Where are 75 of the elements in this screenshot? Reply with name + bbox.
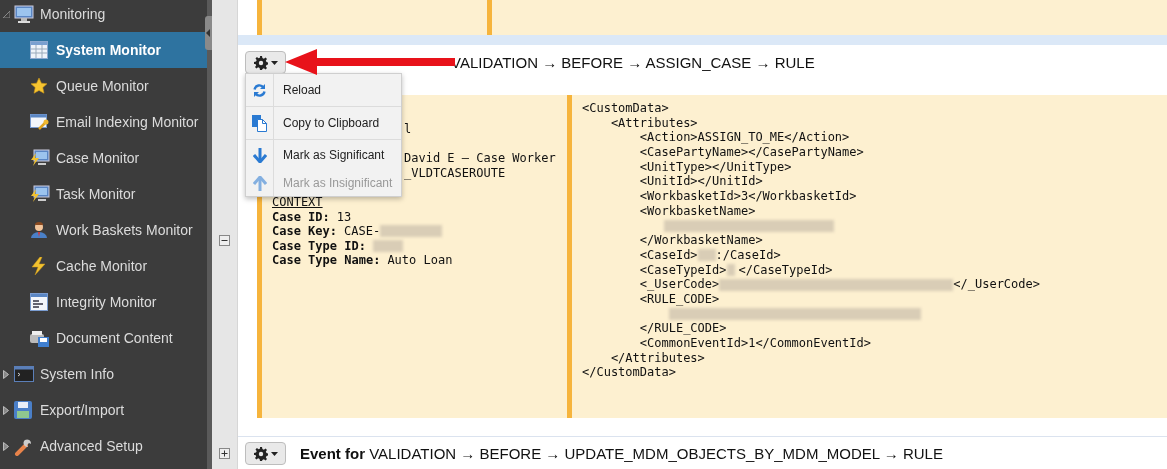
code-text: <UnitId></UnitId> xyxy=(638,174,763,190)
caret-icon xyxy=(270,451,278,456)
monitor-bolt-icon xyxy=(30,149,50,167)
detail-text: David E – Case Worker xyxy=(404,151,556,166)
expand-arrow-icon[interactable] xyxy=(3,441,10,451)
sidebar-item[interactable]: Case Monitor xyxy=(0,140,207,176)
code-text: <CommonEventId>1</CommonEventId> xyxy=(638,336,871,351)
redacted-blur xyxy=(726,263,735,276)
detail-text: _VLDTCASEROUTE xyxy=(404,165,506,181)
window-key-icon xyxy=(30,113,50,131)
sidebar-item[interactable]: Advanced Setup xyxy=(0,428,207,464)
monitor-bolt-icon xyxy=(30,185,50,203)
menu-item[interactable]: Reload xyxy=(246,74,401,107)
sidebar-item[interactable]: Email Indexing Monitor xyxy=(0,104,207,140)
sidebar-item[interactable]: System Info xyxy=(0,356,207,392)
code-text: <CaseTypeId> xyxy=(638,262,727,278)
user-icon xyxy=(30,221,50,239)
code-text: <Attributes> xyxy=(609,115,698,131)
menu-item[interactable]: Mark as Significant xyxy=(246,140,401,170)
settings-dropdown-button[interactable] xyxy=(245,442,286,465)
printer-disk-icon xyxy=(30,329,50,347)
sidebar-item[interactable]: Task Monitor xyxy=(0,176,207,212)
field-label: Case Type Name: xyxy=(272,253,381,268)
field-label: Case Key: xyxy=(272,224,338,239)
system-info-icon xyxy=(14,365,34,383)
monitor-icon xyxy=(14,5,34,23)
wrench-icon xyxy=(14,437,34,455)
sidebar-item[interactable]: Document Content xyxy=(0,320,207,356)
field-label: Case Type ID: xyxy=(272,238,366,254)
sidebar-item[interactable]: Monitoring xyxy=(0,0,207,32)
code-text: </CaseTypeId> xyxy=(738,262,833,278)
code-text: :/CaseId> xyxy=(715,247,781,263)
collapse-arrow-icon[interactable] xyxy=(3,9,10,19)
collapse-handle[interactable] xyxy=(205,16,212,50)
sidebar-item[interactable]: Integrity Monitor xyxy=(0,284,207,320)
field-value: CASE- xyxy=(344,224,381,239)
gear-icon xyxy=(253,55,268,70)
code-text: <CaseId> xyxy=(638,247,698,263)
code-text: <CasePartyName></CasePartyName> xyxy=(638,145,864,160)
field-value: Auto Loan xyxy=(387,253,453,268)
menu-item[interactable]: Copy to Clipboard xyxy=(246,107,401,140)
field-label: Case ID: xyxy=(272,209,330,225)
sidebar-item[interactable]: Work Baskets Monitor xyxy=(0,212,207,248)
code-text: <RULE_CODE> xyxy=(638,291,720,307)
code-text: </_UserCode> xyxy=(953,277,1040,292)
code-text: <Action>ASSIGN_TO_ME</Action> xyxy=(638,130,850,146)
event-title: VALIDATION → BEFORE → ASSIGN_CASE → RULE xyxy=(451,54,815,71)
expand-icon[interactable] xyxy=(219,447,230,459)
code-text: <WorkbasketName> xyxy=(638,203,756,219)
settings-dropdown-button[interactable] xyxy=(245,51,286,74)
code-text: <UnitType></UnitType> xyxy=(638,159,792,175)
code-text: <CustomData> xyxy=(582,101,669,116)
star-icon xyxy=(30,77,50,95)
code-text: <_UserCode> xyxy=(638,277,720,292)
gear-icon xyxy=(253,446,268,461)
sidebar-item[interactable]: Export/Import xyxy=(0,392,207,428)
redacted-blur xyxy=(697,249,716,262)
expand-arrow-icon[interactable] xyxy=(3,405,10,415)
section-heading: CONTEXT xyxy=(272,194,323,210)
sidebar-item[interactable]: System Monitor xyxy=(0,32,207,68)
field-value: 13 xyxy=(336,209,352,225)
code-text: </CustomData> xyxy=(582,365,676,381)
collapse-icon[interactable] xyxy=(219,235,230,246)
code-text: </RULE_CODE> xyxy=(638,321,727,336)
code-text: </WorkbasketName> xyxy=(638,233,763,248)
table-icon xyxy=(30,41,50,59)
list-window-icon xyxy=(30,293,50,311)
code-text: <WorkbasketId>3</WorkbasketId> xyxy=(638,189,857,204)
expand-arrow-icon[interactable] xyxy=(3,369,10,379)
detail-text: l xyxy=(404,121,412,137)
sidebar-item[interactable]: Cache Monitor xyxy=(0,248,207,284)
sidebar-item[interactable]: Queue Monitor xyxy=(0,68,207,104)
caret-icon xyxy=(270,60,278,65)
code-text: </Attributes> xyxy=(609,350,705,366)
event-title: Event for VALIDATION → BEFORE → UPDATE_MDM_OBJECTS_BY_MDM_MODEL → RULE xyxy=(300,445,943,462)
